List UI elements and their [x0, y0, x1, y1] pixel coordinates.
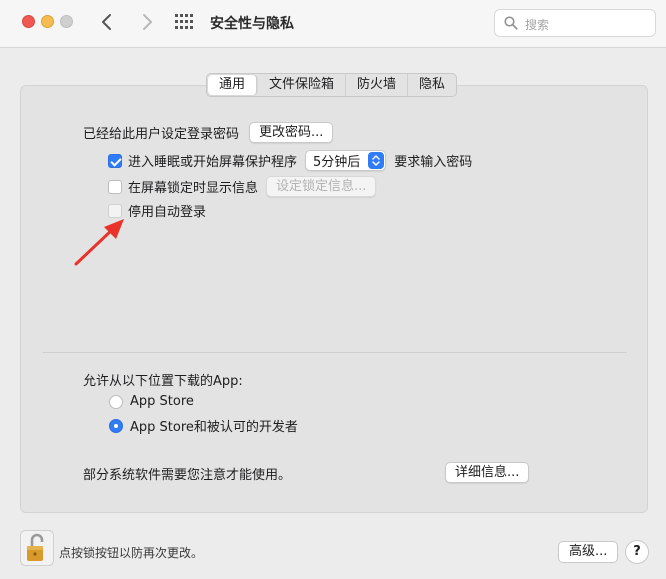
radio-appstore[interactable]	[109, 394, 123, 409]
show-message-label: 在屏幕锁定时显示信息	[128, 181, 259, 196]
close-window-button[interactable]	[22, 15, 35, 28]
minimize-window-button[interactable]	[41, 15, 54, 28]
tab-firewall[interactable]: 防火墙	[346, 74, 409, 96]
chevron-left-icon	[102, 14, 111, 30]
search-field[interactable]: 搜索	[494, 9, 656, 37]
tab-general[interactable]: 通用	[208, 75, 258, 95]
advanced-button[interactable]: 高级...	[558, 541, 619, 563]
show-message-row: 在屏幕锁定时显示信息 设定锁定信息...	[108, 176, 377, 197]
section-divider	[43, 352, 627, 353]
require-password-suffix: 要求输入密码	[394, 155, 473, 170]
password-delay-select[interactable]: 5分钟后	[305, 150, 387, 171]
search-placeholder: 搜索	[525, 18, 550, 32]
attention-text: 部分系统软件需要您注意才能使用。	[83, 468, 292, 483]
tab-privacy[interactable]: 隐私	[408, 74, 456, 96]
password-label: 已经给此用户设定登录密码	[83, 127, 240, 142]
disable-auto-login-label: 停用自动登录	[128, 205, 207, 220]
download-heading-row: 允许从以下位置下载的App:	[83, 370, 243, 389]
title-bar: 安全性与隐私 搜索	[0, 0, 666, 48]
require-password-row: 进入睡眠或开始屏幕保护程序 5分钟后 要求输入密码	[108, 150, 472, 171]
window-title: 安全性与隐私	[210, 16, 294, 32]
general-panel: 已经给此用户设定登录密码 更改密码... 进入睡眠或开始屏幕保护程序 5分钟后 …	[20, 85, 648, 513]
lock-button[interactable]	[20, 530, 54, 566]
require-password-checkbox[interactable]	[108, 153, 122, 168]
preferences-window: 安全性与隐私 搜索 通用 文件保险箱 防火墙 隐私 已经给此用户设定登录密码 更…	[0, 0, 666, 579]
unlocked-padlock-icon	[20, 530, 54, 566]
tab-bar: 通用 文件保险箱 防火墙 隐私	[206, 73, 458, 97]
download-option-appstore[interactable]: App Store	[109, 394, 194, 409]
chevron-right-icon	[143, 14, 152, 30]
show-all-button[interactable]	[175, 14, 193, 30]
download-heading: 允许从以下位置下载的App:	[83, 374, 243, 389]
set-lock-message-button[interactable]: 设定锁定信息...	[266, 176, 377, 197]
search-icon	[504, 16, 518, 30]
zoom-window-button[interactable]	[60, 15, 73, 28]
grid-icon	[175, 14, 193, 29]
details-button[interactable]: 详细信息...	[445, 462, 530, 483]
back-button[interactable]	[96, 11, 118, 33]
help-button[interactable]: ?	[625, 540, 649, 564]
radio-identified-developers[interactable]	[109, 418, 123, 433]
attention-row: 部分系统软件需要您注意才能使用。	[83, 464, 291, 483]
show-message-checkbox[interactable]	[108, 179, 122, 194]
select-arrows-icon	[368, 152, 385, 169]
change-password-button[interactable]: 更改密码...	[249, 122, 334, 143]
password-row: 已经给此用户设定登录密码 更改密码...	[83, 122, 334, 143]
forward-button[interactable]	[136, 11, 158, 33]
radio-appstore-label: App Store	[130, 394, 194, 409]
password-delay-value: 5分钟后	[313, 155, 361, 170]
radio-identified-label: App Store和被认可的开发者	[130, 420, 298, 435]
annotation-arrow-icon	[74, 219, 124, 266]
lock-hint-text: 点按锁按钮以防再次更改。	[59, 546, 204, 560]
details-row: 详细信息...	[445, 462, 530, 483]
require-password-label: 进入睡眠或开始屏幕保护程序	[128, 155, 298, 170]
tab-filevault[interactable]: 文件保险箱	[258, 74, 347, 96]
download-option-identified[interactable]: App Store和被认可的开发者	[109, 416, 298, 435]
